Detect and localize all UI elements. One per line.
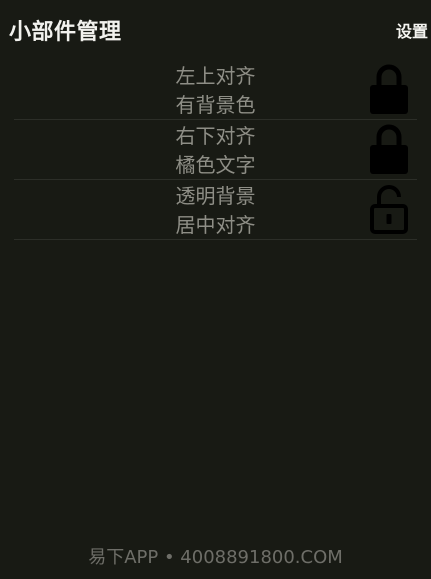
widget-row-text: 右下对齐 橘色文字 xyxy=(14,122,417,180)
unlock-icon[interactable] xyxy=(369,183,409,235)
widget-line-1: 透明背景 xyxy=(175,184,256,208)
widget-line-2: 有背景色 xyxy=(175,93,256,117)
widget-row[interactable]: 透明背景 居中对齐 xyxy=(14,180,417,240)
lock-icon[interactable] xyxy=(369,63,409,115)
widget-line-2: 橘色文字 xyxy=(175,153,256,177)
widget-row[interactable]: 左上对齐 有背景色 xyxy=(14,60,417,120)
app-header: 小部件管理 设置 xyxy=(0,0,431,56)
widget-list: 左上对齐 有背景色 右下对齐 橘色文字 透明背景 居中对齐 xyxy=(0,60,431,240)
widget-row-text: 透明背景 居中对齐 xyxy=(14,182,417,240)
footer-text: 易下APP • 4008891800.COM xyxy=(88,547,343,568)
widget-line-2: 居中对齐 xyxy=(175,213,256,237)
lock-icon[interactable] xyxy=(369,123,409,175)
widget-row[interactable]: 右下对齐 橘色文字 xyxy=(14,120,417,180)
widget-row-text: 左上对齐 有背景色 xyxy=(14,62,417,120)
widget-line-1: 左上对齐 xyxy=(175,64,256,88)
page-title: 小部件管理 xyxy=(9,20,122,45)
settings-button[interactable]: 设置 xyxy=(396,18,428,42)
widget-line-1: 右下对齐 xyxy=(175,124,256,148)
